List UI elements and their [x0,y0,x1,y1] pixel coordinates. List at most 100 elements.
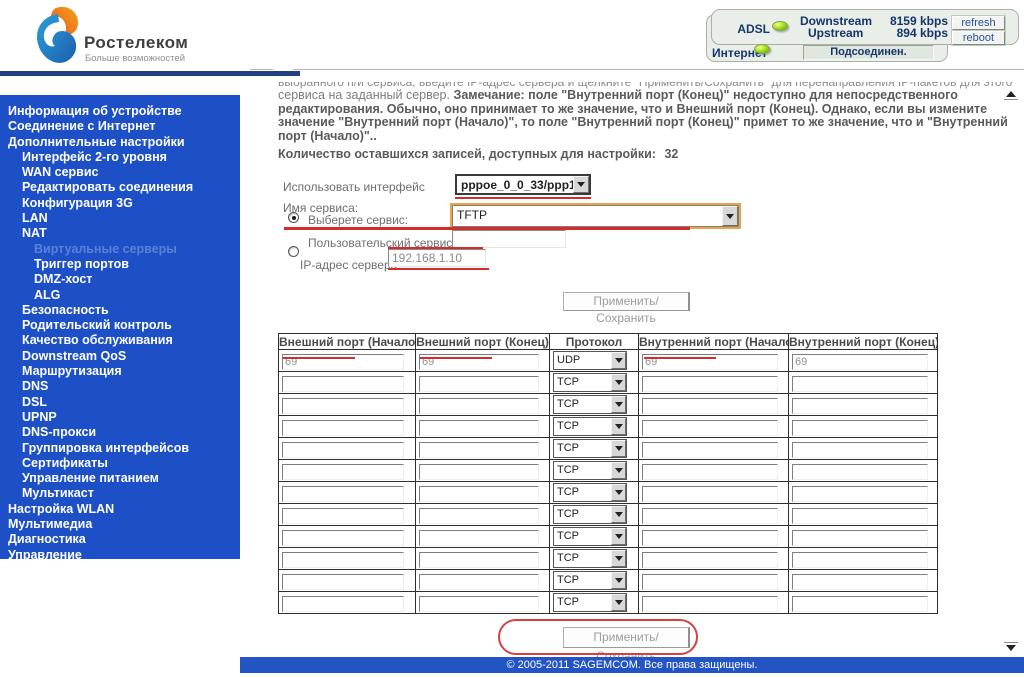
sidebar-item[interactable]: Интерфейс 2-го уровня [0,150,240,165]
scroll-up-button[interactable] [1006,91,1018,100]
sidebar-item[interactable]: UPNP [0,410,240,425]
chevron-down-icon[interactable] [611,506,626,523]
sidebar-item[interactable]: LAN [0,211,240,226]
ext-port-end-input[interactable] [419,530,539,546]
sidebar-item[interactable]: Информация об устройстве [0,104,240,119]
int-port-end-input[interactable] [792,354,928,370]
chevron-down-icon[interactable] [611,594,626,611]
custom-service-input[interactable] [452,230,566,248]
sidebar-item[interactable]: Конфигурация 3G [0,196,240,211]
ext-port-start-input[interactable] [282,354,404,370]
sidebar-item[interactable]: DSL [0,395,240,410]
ext-port-start-input[interactable] [282,398,404,414]
int-port-start-input[interactable] [642,398,778,414]
sidebar-item[interactable]: Безопасность [0,303,240,318]
ext-port-start-input[interactable] [282,486,404,502]
ext-port-end-input[interactable] [419,376,539,392]
protocol-select[interactable]: TCP [553,373,627,392]
sidebar-item[interactable]: DNS [0,379,240,394]
ext-port-start-input[interactable] [282,376,404,392]
ext-port-end-input[interactable] [419,354,539,370]
sidebar-item[interactable]: Мультимедиа [0,517,240,532]
sidebar-item[interactable]: Управление [0,548,240,563]
sidebar-item[interactable]: Сертификаты [0,456,240,471]
sidebar-item[interactable]: Виртуальные серверы [0,242,240,257]
sidebar-item[interactable]: Качество обслуживания [0,333,240,348]
refresh-button[interactable]: refresh [952,16,1005,30]
chevron-down-icon[interactable] [611,396,626,413]
int-port-end-input[interactable] [792,530,928,546]
int-port-start-input[interactable] [642,354,778,370]
chevron-down-icon[interactable] [722,206,738,226]
ext-port-start-input[interactable] [282,574,404,590]
ext-port-start-input[interactable] [282,464,404,480]
sidebar-item[interactable]: Настройка WLAN [0,502,240,517]
sidebar-item[interactable]: Диагностика [0,532,240,547]
protocol-select[interactable]: TCP [553,593,627,612]
sidebar-item[interactable]: NAT [0,226,240,241]
chevron-down-icon[interactable] [611,440,626,457]
chevron-down-icon[interactable] [611,418,626,435]
sidebar-item[interactable]: Downstream QoS [0,349,240,364]
int-port-start-input[interactable] [642,486,778,502]
sidebar-item[interactable]: Дополнительные настройки [0,135,240,150]
int-port-start-input[interactable] [642,464,778,480]
ext-port-end-input[interactable] [419,486,539,502]
sidebar-item[interactable]: Редактировать соединения [0,180,240,195]
protocol-select[interactable]: TCP [553,483,627,502]
int-port-start-input[interactable] [642,530,778,546]
int-port-start-input[interactable] [642,376,778,392]
int-port-start-input[interactable] [642,442,778,458]
reboot-button[interactable]: reboot [952,31,1005,45]
int-port-end-input[interactable] [792,552,928,568]
ext-port-end-input[interactable] [419,508,539,524]
chevron-down-icon[interactable] [611,352,626,369]
int-port-end-input[interactable] [792,398,928,414]
protocol-select[interactable]: UDP [553,351,627,370]
service-select[interactable]: TFTP [452,205,739,227]
protocol-select[interactable]: TCP [553,571,627,590]
int-port-start-input[interactable] [642,552,778,568]
sidebar-item[interactable]: Соединение с Интернет [0,119,240,134]
chevron-down-icon[interactable] [611,462,626,479]
interface-select[interactable]: pppoe_0_0_33/ppp1 [455,174,591,195]
ext-port-start-input[interactable] [282,442,404,458]
chevron-down-icon[interactable] [611,528,626,545]
sidebar-item[interactable]: Мультикаст [0,486,240,501]
ext-port-start-input[interactable] [282,508,404,524]
chevron-down-icon[interactable] [611,572,626,589]
ext-port-end-input[interactable] [419,398,539,414]
ext-port-end-input[interactable] [419,596,539,612]
sidebar-item[interactable]: WAN сервис [0,165,240,180]
sidebar-item[interactable]: Родительский контроль [0,318,240,333]
int-port-start-input[interactable] [642,596,778,612]
custom-service-radio[interactable] [288,246,299,257]
server-ip-input[interactable] [388,249,486,267]
sidebar-item[interactable]: Группировка интерфейсов [0,441,240,456]
ext-port-start-input[interactable] [282,596,404,612]
sidebar-item[interactable]: ALG [0,288,240,303]
ext-port-end-input[interactable] [419,442,539,458]
int-port-end-input[interactable] [792,464,928,480]
protocol-select[interactable]: TCP [553,395,627,414]
int-port-end-input[interactable] [792,376,928,392]
protocol-select[interactable]: TCP [553,461,627,480]
int-port-start-input[interactable] [642,574,778,590]
int-port-end-input[interactable] [792,486,928,502]
chevron-down-icon[interactable] [611,550,626,567]
protocol-select[interactable]: TCP [553,417,627,436]
int-port-start-input[interactable] [642,508,778,524]
ext-port-end-input[interactable] [419,574,539,590]
int-port-end-input[interactable] [792,442,928,458]
chevron-down-icon[interactable] [611,374,626,391]
protocol-select[interactable]: TCP [553,439,627,458]
int-port-end-input[interactable] [792,574,928,590]
ext-port-end-input[interactable] [419,552,539,568]
chevron-down-icon[interactable] [573,176,589,193]
sidebar-item[interactable]: Триггер портов [0,257,240,272]
ext-port-start-input[interactable] [282,420,404,436]
int-port-end-input[interactable] [792,508,928,524]
ext-port-end-input[interactable] [419,420,539,436]
scroll-down-button[interactable] [1006,642,1018,651]
select-service-radio[interactable] [288,212,299,223]
